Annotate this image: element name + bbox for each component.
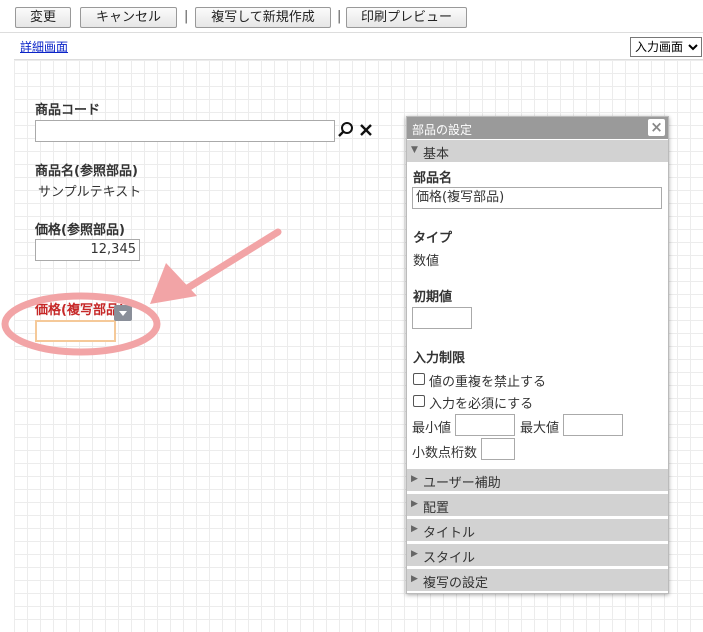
panel-title: 部品の設定 (412, 123, 473, 137)
section-title[interactable]: ▶ タイトル (407, 518, 668, 541)
type-value: 数値 (413, 254, 440, 269)
print-preview-button[interactable]: 印刷プレビュー (346, 7, 467, 28)
toolbar-separator: | (184, 9, 189, 24)
section-copy-settings[interactable]: ▶ 複写の設定 (407, 568, 668, 591)
subheader: 詳細画面 入力画面 (14, 33, 703, 60)
min-value-input[interactable] (455, 414, 515, 436)
close-icon[interactable]: × (648, 119, 665, 136)
section-basic[interactable]: ▼ 基本 (407, 139, 668, 162)
toolbar: 変更 キャンセル | 複写して新規作成 | 印刷プレビュー (0, 0, 703, 33)
search-icon[interactable] (337, 120, 355, 140)
section-label: ユーザー補助 (423, 476, 501, 491)
section-label: 配置 (423, 501, 450, 516)
chevron-right-icon: ▶ (411, 524, 418, 534)
part-settings-panel: 部品の設定 × ▼ 基本 部品名 価格(複写部品) タイプ 数値 初期値 入力制… (406, 116, 669, 594)
max-value-input[interactable] (563, 414, 623, 436)
min-value-label: 最小値 (412, 421, 452, 436)
decimal-places-input[interactable] (481, 438, 515, 460)
initial-value-input[interactable] (412, 307, 472, 329)
section-placement[interactable]: ▶ 配置 (407, 493, 668, 516)
required-checkbox[interactable] (413, 395, 425, 407)
price-copy-label: 価格(複写部品) (35, 303, 125, 318)
section-user-assist[interactable]: ▶ ユーザー補助 (407, 468, 668, 491)
product-name-value: サンプルテキスト (38, 185, 142, 200)
panel-title-bar[interactable]: 部品の設定 × (407, 117, 668, 139)
change-button[interactable]: 変更 (15, 7, 71, 28)
product-name-label: 商品名(参照部品) (35, 164, 138, 179)
cancel-button[interactable]: キャンセル (80, 7, 177, 28)
product-code-input[interactable] (35, 120, 335, 142)
section-basic-label: 基本 (423, 147, 450, 162)
view-mode-select[interactable]: 入力画面 (630, 37, 702, 57)
max-value-label: 最大値 (520, 421, 560, 436)
chevron-right-icon: ▶ (411, 499, 418, 509)
toolbar-separator: | (337, 9, 342, 24)
part-name-label: 部品名 (413, 171, 453, 186)
chevron-right-icon: ▶ (411, 549, 418, 559)
part-name-input[interactable]: 価格(複写部品) (412, 187, 662, 209)
chevron-right-icon: ▶ (411, 574, 418, 584)
detail-screen-link[interactable]: 詳細画面 (20, 38, 68, 55)
no-duplicate-checkbox[interactable] (413, 373, 425, 385)
section-label: 複写の設定 (423, 576, 489, 591)
input-restriction-label: 入力制限 (413, 351, 466, 366)
clear-icon[interactable] (358, 121, 374, 139)
price-ref-value: 12,345 (35, 239, 140, 261)
required-label: 入力を必須にする (429, 397, 534, 412)
price-ref-label: 価格(参照部品) (35, 223, 125, 238)
product-code-label: 商品コード (35, 103, 101, 118)
section-label: タイトル (423, 526, 476, 541)
price-copy-input[interactable] (35, 320, 116, 342)
section-label: スタイル (423, 551, 476, 566)
chevron-right-icon: ▶ (411, 474, 418, 484)
type-label: タイプ (413, 231, 453, 246)
copy-new-button[interactable]: 複写して新規作成 (195, 7, 331, 28)
chevron-down-icon: ▼ (411, 145, 418, 155)
decimal-places-label: 小数点桁数 (412, 446, 478, 461)
initial-value-label: 初期値 (413, 290, 453, 305)
part-menu-icon[interactable] (114, 305, 132, 321)
section-style[interactable]: ▶ スタイル (407, 543, 668, 566)
no-duplicate-label: 値の重複を禁止する (429, 375, 547, 390)
